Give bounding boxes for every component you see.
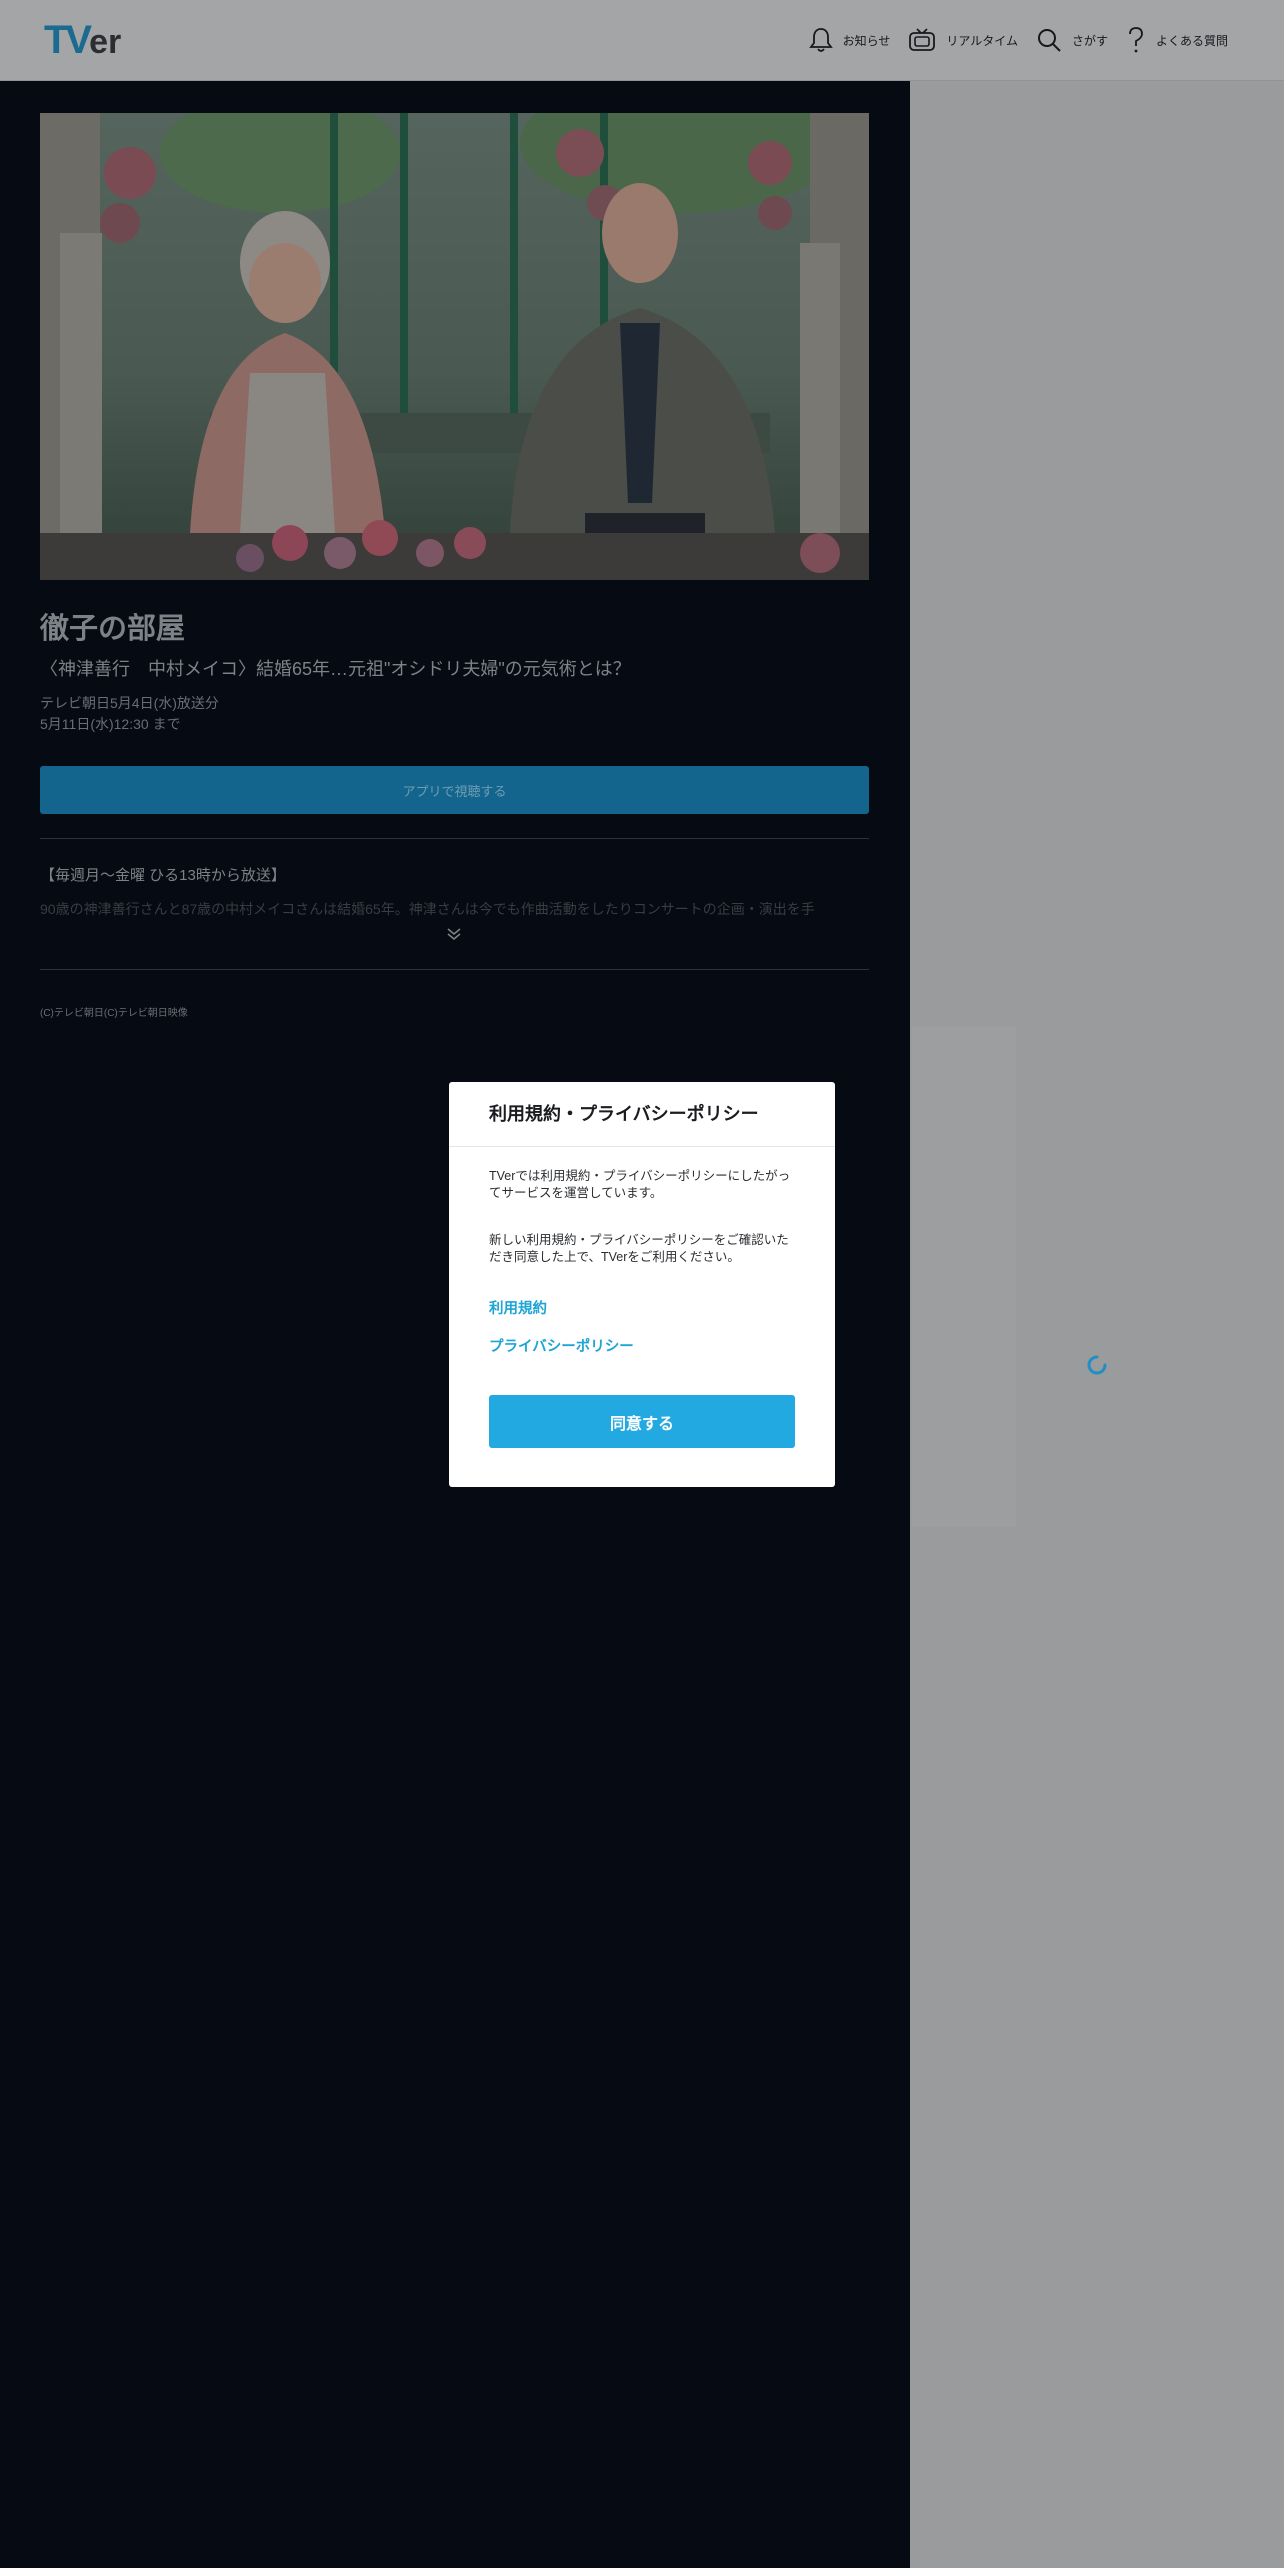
logo-er-text: er <box>89 23 122 61</box>
divider <box>40 838 869 839</box>
broadcast-info: テレビ朝日5月4日(水)放送分 <box>40 695 219 711</box>
privacy-policy-link[interactable]: プライバシーポリシー <box>489 1335 634 1356</box>
agree-button[interactable]: 同意する <box>489 1395 795 1448</box>
nav-item-search[interactable]: さがす <box>1036 27 1108 53</box>
series-title: 徹子の部屋 <box>40 613 186 645</box>
nav-label-search: さがす <box>1071 33 1108 48</box>
nav-label-notifications: お知らせ <box>842 33 891 48</box>
modal-divider <box>449 1146 835 1147</box>
modal-paragraph-1: TVerでは利用規約・プライバシーポリシーにしたがってサービスを運営しています。 <box>489 1169 791 1200</box>
logo-tv-text: TV <box>44 18 92 62</box>
expand-description-icon[interactable] <box>446 927 462 941</box>
bell-icon <box>808 26 833 54</box>
description-text: 90歳の神津善行さんと87歳の中村メイコさんは結婚65年。神津さんは今でも作曲活… <box>40 901 815 917</box>
ad-placeholder <box>912 1027 1016 1527</box>
tver-logo[interactable]: TVer <box>44 18 121 62</box>
episode-title: 〈神津善行 中村メイコ〉結婚65年…元祖"オシドリ夫婦"の元気術とは？ <box>40 659 631 679</box>
divider <box>40 969 869 970</box>
modal-title: 利用規約・プライバシーポリシー <box>489 1104 759 1124</box>
header: TVer お知らせ リアルタイム さがす よくある質問 <box>0 0 1284 81</box>
tv-icon <box>908 27 936 53</box>
nav-label-realtime: リアルタイム <box>946 33 1018 48</box>
terms-modal: 利用規約・プライバシーポリシー TVerでは利用規約・プライバシーポリシーにした… <box>449 1082 835 1487</box>
search-icon <box>1036 27 1062 53</box>
nav-item-realtime[interactable]: リアルタイム <box>908 27 1018 53</box>
question-icon <box>1126 26 1146 54</box>
nav-label-faq: よくある質問 <box>1155 33 1228 48</box>
modal-paragraph-2: 新しい利用規約・プライバシーポリシーをご確認いただき同意した上で、TVerをご利… <box>489 1233 789 1264</box>
description-heading: 【毎週月～金曜 ひる13時から放送】 <box>40 867 286 884</box>
nav-item-notifications[interactable]: お知らせ <box>808 26 891 54</box>
watch-in-app-button[interactable]: アプリで視聴する <box>40 766 869 814</box>
terms-of-use-link[interactable]: 利用規約 <box>489 1297 547 1318</box>
episode-thumbnail[interactable] <box>40 113 869 580</box>
episode-thumbnail-image <box>40 113 869 580</box>
availability-info: 5月11日(水)12:30 まで <box>40 716 181 732</box>
header-nav: お知らせ リアルタイム さがす よくある質問 <box>808 0 1228 80</box>
nav-item-faq[interactable]: よくある質問 <box>1126 26 1228 54</box>
copyright-text: (C)テレビ朝日(C)テレビ朝日映像 <box>40 1008 188 1019</box>
loading-spinner-icon <box>1085 1353 1109 1382</box>
